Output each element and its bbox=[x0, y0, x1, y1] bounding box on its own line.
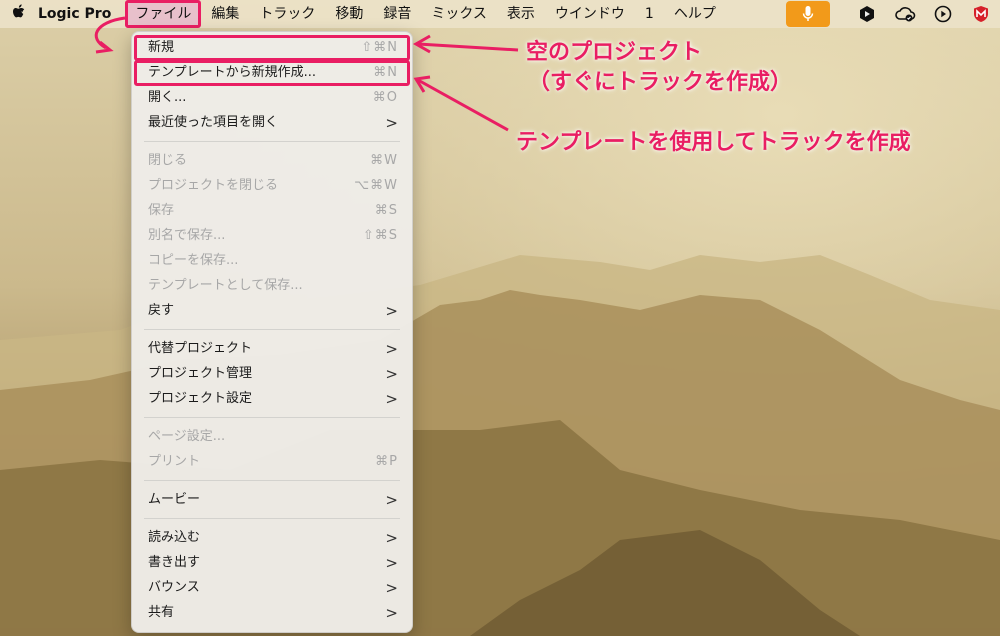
annotation-template-tracks: テンプレートを使用してトラックを作成 bbox=[516, 130, 911, 155]
annotation-empty-project: 空のプロジェクト bbox=[526, 40, 703, 65]
annotation-create-tracks-immediately: （すぐにトラックを作成） bbox=[528, 70, 793, 95]
annotation-arrows bbox=[94, 16, 519, 132]
